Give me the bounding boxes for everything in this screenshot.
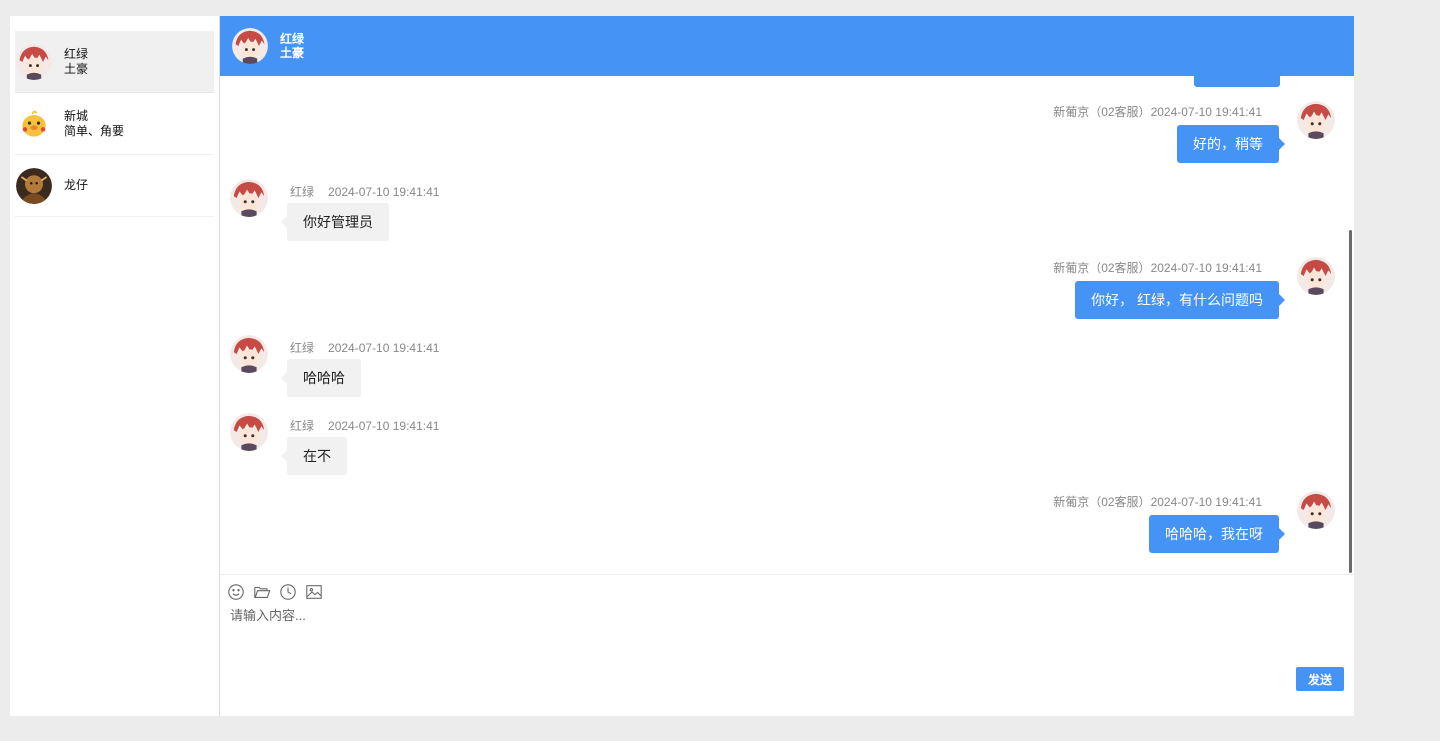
message-sender: 红绿 (290, 419, 315, 433)
contact-subtitle: 土豪 (64, 61, 89, 76)
message-meta: 红绿 2024-07-10 19:41:41 (290, 417, 439, 434)
chat-header: 红绿 土豪 (220, 16, 1354, 76)
message-meta: 新葡京（02客服）2024-07-10 19:41:41 (1053, 259, 1262, 276)
partial-message-bubble (1194, 76, 1280, 87)
avatar (230, 179, 268, 217)
message-bubble: 哈哈哈，我在呀 (1149, 515, 1285, 553)
message-time: 2024-07-10 19:41:41 (1150, 105, 1262, 119)
message-meta: 红绿 2024-07-10 19:41:41 (290, 339, 439, 356)
message-time: 2024-07-10 19:41:41 (1150, 495, 1262, 509)
composer-toolbar (226, 582, 324, 602)
message-sender: 新葡京（02客服） (1053, 495, 1151, 509)
message-bubble: 你好， 红绿，有什么问题吗 (1075, 281, 1285, 319)
message-time: 2024-07-10 19:41:41 (1150, 261, 1262, 275)
chat-window: 红绿 土豪 新城 简单、角要 龙仔 红绿 土豪 新葡京（02客服）2024-07… (10, 16, 1354, 716)
avatar (16, 43, 52, 80)
message-list[interactable]: 新葡京（02客服）2024-07-10 19:41:41 好的，稍等 红绿 202… (220, 76, 1354, 574)
contact-name: 新城 (64, 108, 89, 123)
message-bubble: 你好管理员 (281, 203, 389, 241)
message-time: 2024-07-10 19:41:41 (328, 185, 440, 199)
avatar (1297, 491, 1335, 529)
contact-name: 红绿 (64, 46, 89, 61)
message-meta: 红绿 2024-07-10 19:41:41 (290, 183, 439, 200)
message-scrollbar[interactable] (1349, 230, 1352, 573)
folder-icon[interactable] (252, 582, 272, 602)
message-meta: 新葡京（02客服）2024-07-10 19:41:41 (1053, 493, 1262, 510)
contact-name: 龙仔 (64, 178, 89, 192)
message-sender: 新葡京（02客服） (1053, 105, 1151, 119)
message-sender: 红绿 (290, 341, 315, 355)
smile-icon[interactable] (226, 582, 246, 602)
image-icon[interactable] (304, 582, 324, 602)
avatar (16, 167, 52, 204)
clock-icon[interactable] (278, 582, 298, 602)
avatar (1297, 101, 1335, 139)
avatar (1297, 257, 1335, 295)
contact-item-2[interactable]: 龙仔 (15, 155, 214, 217)
message-meta: 新葡京（02客服）2024-07-10 19:41:41 (1053, 103, 1262, 120)
message-bubble: 哈哈哈 (281, 359, 361, 397)
header-subtitle: 土豪 (280, 46, 305, 60)
header-name: 红绿 (280, 32, 305, 46)
chat-main: 红绿 土豪 新葡京（02客服）2024-07-10 19:41:41 好的，稍等… (220, 16, 1354, 716)
contact-item-0[interactable]: 红绿 土豪 (15, 31, 214, 93)
contact-subtitle: 简单、角要 (64, 123, 125, 138)
avatar (16, 105, 52, 142)
avatar (232, 28, 268, 64)
send-button[interactable]: 发送 (1296, 667, 1344, 691)
message-composer: 发送 (220, 574, 1354, 716)
contact-item-1[interactable]: 新城 简单、角要 (15, 93, 214, 155)
contact-sidebar: 红绿 土豪 新城 简单、角要 龙仔 (10, 16, 220, 716)
message-sender: 新葡京（02客服） (1053, 261, 1151, 275)
message-bubble: 好的，稍等 (1177, 125, 1285, 163)
avatar (230, 335, 268, 373)
message-time: 2024-07-10 19:41:41 (328, 419, 440, 433)
message-input[interactable] (230, 605, 1280, 665)
avatar (230, 413, 268, 451)
message-time: 2024-07-10 19:41:41 (328, 341, 440, 355)
message-bubble: 在不 (281, 437, 347, 475)
message-sender: 红绿 (290, 185, 315, 199)
